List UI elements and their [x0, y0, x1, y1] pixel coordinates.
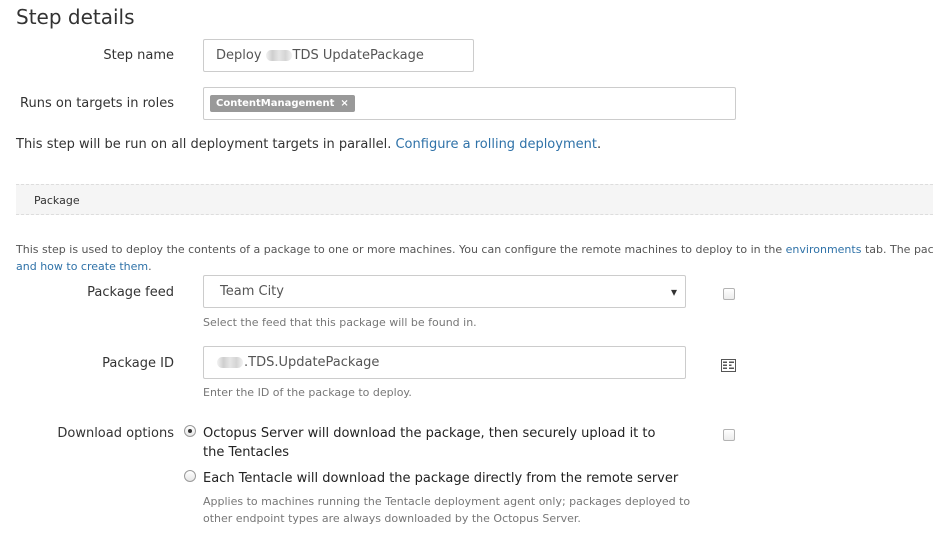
- step-name-label: Step name: [103, 48, 174, 63]
- option-tentacle-download-label[interactable]: Each Tentacle will download the package …: [203, 469, 678, 488]
- create-packages-link[interactable]: and how to create them: [16, 260, 148, 273]
- package-description-text: This step is used to deploy the contents…: [16, 243, 783, 256]
- package-id-value: .TDS.UpdatePackage: [244, 355, 380, 370]
- package-section-header: Package: [16, 184, 933, 215]
- package-description-line2-after: .: [148, 260, 152, 273]
- parallel-text: This step will be run on all deployment …: [16, 137, 392, 152]
- parallel-period: .: [596, 137, 602, 152]
- option-server-download-label[interactable]: Octopus Server will download the package…: [203, 424, 673, 462]
- download-options-help: Applies to machines running the Tentacle…: [203, 495, 691, 525]
- package-id-label: Package ID: [102, 356, 174, 371]
- package-id-help: Enter the ID of the package to deploy.: [203, 386, 412, 399]
- role-chip-label: ContentManagement: [216, 98, 335, 109]
- package-feed-select[interactable]: Team City ▾: [203, 275, 686, 308]
- rolling-deployment-link[interactable]: Configure a rolling deployment: [395, 137, 596, 152]
- package-feed-bind-checkbox[interactable]: [723, 288, 735, 300]
- step-name-suffix: TDS UpdatePackage: [292, 48, 424, 63]
- package-feed-value: Team City: [220, 284, 284, 299]
- radio-tentacle-download[interactable]: [184, 470, 196, 482]
- download-options-bind-checkbox[interactable]: [723, 429, 735, 441]
- radio-selected-dot: [188, 429, 192, 433]
- redacted-text: [265, 50, 292, 61]
- role-chip: ContentManagement ×: [210, 95, 355, 112]
- package-feed-help: Select the feed that this package will b…: [203, 316, 477, 329]
- package-id-input[interactable]: .TDS.UpdatePackage: [203, 346, 686, 379]
- remove-role-icon[interactable]: ×: [340, 98, 348, 109]
- package-description-after: tab. The package th: [864, 243, 933, 256]
- environments-link[interactable]: environments: [786, 243, 862, 256]
- download-options-label: Download options: [57, 426, 174, 441]
- package-section-title: Package: [34, 194, 80, 207]
- chevron-down-icon: ▾: [670, 284, 677, 299]
- step-name-prefix: Deploy: [216, 48, 262, 63]
- step-name-input[interactable]: Deploy TDS UpdatePackage: [203, 39, 474, 72]
- package-description: This step is used to deploy the contents…: [16, 243, 933, 256]
- roles-input[interactable]: ContentManagement ×: [203, 87, 736, 120]
- package-feed-label: Package feed: [87, 285, 174, 300]
- package-browser-icon[interactable]: [721, 357, 736, 372]
- radio-server-download[interactable]: [184, 425, 196, 437]
- redacted-text: [217, 357, 243, 368]
- package-description-line2: and how to create them.: [16, 260, 152, 273]
- roles-label: Runs on targets in roles: [20, 96, 174, 111]
- page-title: Step details: [16, 5, 135, 29]
- parallel-info: This step will be run on all deployment …: [16, 137, 601, 152]
